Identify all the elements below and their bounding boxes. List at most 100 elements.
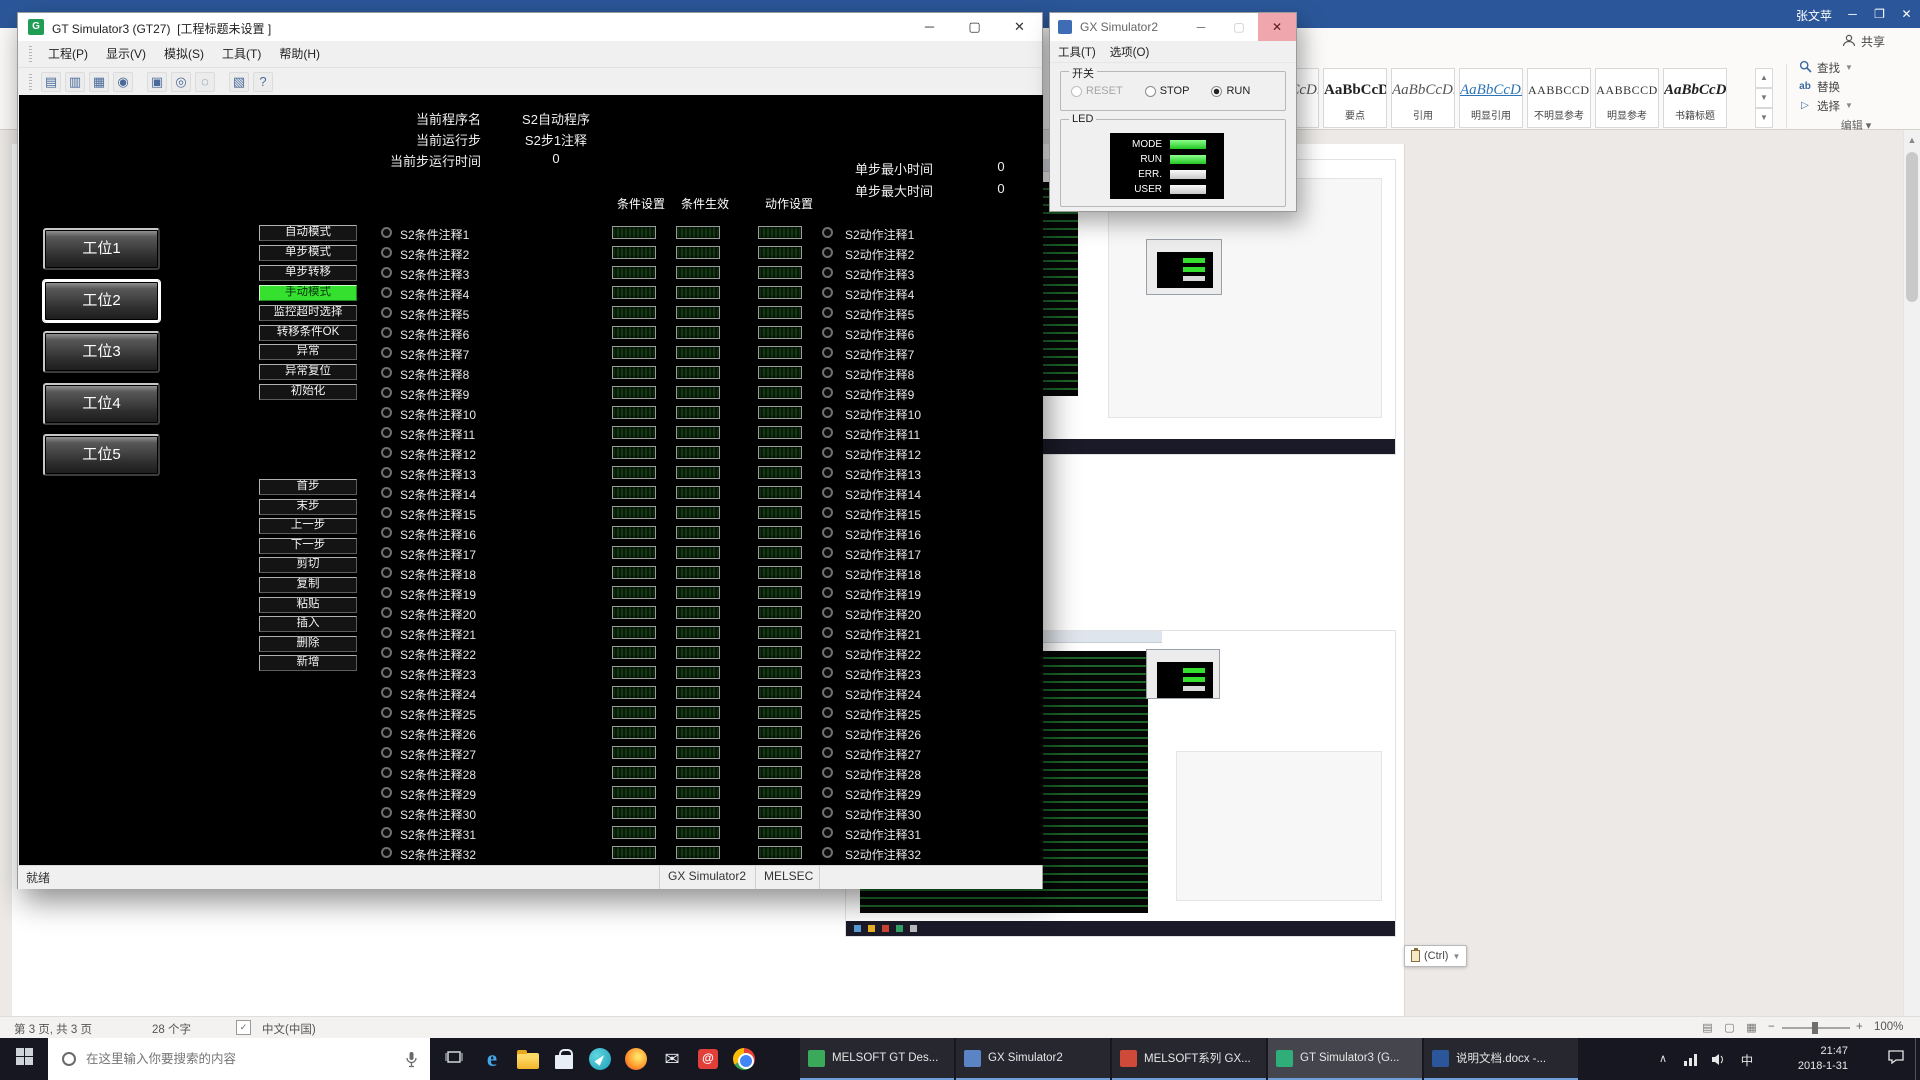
hmi-row-2: S2条件注释2S2动作注释2: [19, 245, 1043, 261]
gt-toolbar-device-monitor-icon[interactable]: ▣: [147, 72, 167, 92]
print-layout-icon[interactable]: ▢: [1722, 1021, 1737, 1036]
web-layout-icon[interactable]: ▦: [1744, 1021, 1759, 1036]
gx-switch-reset[interactable]: RESET: [1071, 85, 1123, 97]
taskbar-mail-button[interactable]: [654, 1038, 690, 1080]
gt-menu-5[interactable]: 帮助(H): [270, 41, 329, 67]
microphone-icon[interactable]: [405, 1051, 418, 1068]
screenshot-document-region: [1176, 751, 1382, 901]
taskbar-search-box[interactable]: [48, 1038, 430, 1080]
gt-maximize-button[interactable]: ▢: [952, 13, 997, 41]
action-label: S2动作注释30: [845, 806, 921, 823]
taskbar-search-input[interactable]: [86, 1052, 405, 1066]
taskbar-app-1[interactable]: MELSOFT GT Des...: [800, 1038, 954, 1080]
ime-indicator[interactable]: 中: [1734, 1038, 1760, 1080]
toolbar-grip[interactable]: [29, 74, 32, 90]
gx-menu-2[interactable]: 选项(O): [1110, 44, 1150, 60]
action-center-button[interactable]: [1880, 1038, 1912, 1080]
zoom-level[interactable]: 100%: [1874, 1021, 1903, 1033]
page-indicator[interactable]: 第 3 页, 共 3 页: [14, 1021, 92, 1037]
gt-close-button[interactable]: ✕: [997, 13, 1042, 41]
share-button[interactable]: 共享: [1842, 33, 1885, 50]
gt-toolbar-print-icon[interactable]: ▦: [89, 72, 109, 92]
chevron-down-icon: ▼: [1845, 63, 1853, 72]
gx-minimize-button[interactable]: ─: [1182, 13, 1220, 41]
gallery-down-icon[interactable]: ▼: [1755, 88, 1773, 108]
condition-set-led: [612, 526, 656, 539]
zoom-slider-thumb[interactable]: [1812, 1022, 1818, 1034]
style-书籍标题[interactable]: AaBbCcD书籍标题: [1663, 68, 1727, 128]
condition-active-led: [676, 346, 720, 359]
gt-toolbar-property-icon[interactable]: ▧: [229, 72, 249, 92]
zoom-in-button[interactable]: +: [1856, 1021, 1863, 1033]
condition-active-led: [676, 826, 720, 839]
start-button[interactable]: [0, 1038, 48, 1080]
condition-indicator: [381, 687, 392, 698]
style-引用[interactable]: AaBbCcD.引用: [1391, 68, 1455, 128]
gt-toolbar-save-icon[interactable]: ▥: [65, 72, 85, 92]
proofing-icon[interactable]: ✓: [236, 1020, 251, 1035]
action-indicator: [822, 707, 833, 718]
switch-groupbox: 开关 RESETSTOPRUN: [1060, 71, 1286, 111]
menubar-grip[interactable]: [29, 46, 32, 62]
gx-switch-stop[interactable]: STOP: [1145, 85, 1190, 97]
taskbar-netease-mail-button[interactable]: [690, 1038, 726, 1080]
taskbar-app-4[interactable]: GT Simulator3 (G...: [1268, 1038, 1422, 1080]
style-要点[interactable]: AaBbCcD要点: [1323, 68, 1387, 128]
paste-options-button[interactable]: (Ctrl) ▼: [1404, 945, 1467, 967]
volume-icon[interactable]: [1706, 1038, 1732, 1080]
condition-set-led: [612, 766, 656, 779]
select-button[interactable]: ▷ 选择 ▼: [1798, 96, 1914, 115]
word-close-button[interactable]: ✕: [1893, 0, 1920, 28]
gt-toolbar-find-icon[interactable]: ◌: [195, 72, 215, 92]
gt-menu-2[interactable]: 显示(V): [97, 41, 155, 67]
taskbar-chrome-button[interactable]: [726, 1038, 762, 1080]
taskbar-edge-button[interactable]: [474, 1038, 510, 1080]
taskbar-clock[interactable]: 21:47 2018-1-31: [1760, 1038, 1854, 1080]
gt-toolbar-help-icon[interactable]: ?: [253, 72, 273, 92]
zoom-slider[interactable]: [1782, 1027, 1850, 1029]
tray-expand-icon[interactable]: ∧: [1652, 1038, 1674, 1080]
scrollbar-thumb[interactable]: [1906, 152, 1918, 302]
taskbar-file-explorer-button[interactable]: [510, 1038, 546, 1080]
gt-toolbar-zoom-icon[interactable]: ◎: [171, 72, 191, 92]
style-明显引用[interactable]: AaBbCcD.明显引用: [1459, 68, 1523, 128]
document-scrollbar[interactable]: ▲: [1903, 130, 1920, 1016]
taskbar-firefox-button[interactable]: [618, 1038, 654, 1080]
task-view-button[interactable]: [434, 1038, 474, 1080]
show-desktop-button[interactable]: [1915, 1038, 1920, 1080]
language-indicator[interactable]: 中文(中国): [262, 1021, 316, 1037]
hmi-row-3: S2条件注释3S2动作注释3: [19, 265, 1043, 281]
read-mode-icon[interactable]: ▤: [1700, 1021, 1715, 1036]
style-不明显参考[interactable]: AABBCCD:不明显参考: [1527, 68, 1591, 128]
gt-minimize-button[interactable]: ─: [907, 13, 952, 41]
gt-menu-1[interactable]: 工程(P): [39, 41, 97, 67]
gx-menu-1[interactable]: 工具(T): [1058, 44, 1096, 60]
gx-close-button[interactable]: ✕: [1258, 13, 1296, 41]
word-restore-button[interactable]: ❐: [1866, 0, 1893, 28]
taskbar-browser-button[interactable]: [582, 1038, 618, 1080]
gx-titlebar[interactable]: GX Simulator2 ─ ▢ ✕: [1050, 13, 1296, 41]
gallery-up-icon[interactable]: ▲: [1755, 68, 1773, 88]
gt-toolbar-snapshot-icon[interactable]: ◉: [113, 72, 133, 92]
scroll-up-icon[interactable]: ▲: [1904, 132, 1920, 148]
word-user-name[interactable]: 张文苹: [1796, 7, 1832, 24]
word-minimize-button[interactable]: ─: [1839, 0, 1866, 28]
replace-button[interactable]: ab 替换: [1798, 77, 1914, 96]
taskbar-app-3[interactable]: MELSOFT系列 GX...: [1112, 1038, 1266, 1080]
word-count[interactable]: 28 个字: [152, 1021, 191, 1037]
gt-menu-3[interactable]: 模拟(S): [155, 41, 213, 67]
gt-titlebar[interactable]: G GT Simulator3 (GT27) [工程标题未设置 ] ─ ▢ ✕: [18, 13, 1042, 41]
taskbar-store-button[interactable]: [546, 1038, 582, 1080]
condition-label: S2条件注释2: [400, 246, 469, 263]
taskbar-app-5[interactable]: 说明文档.docx -...: [1424, 1038, 1578, 1080]
network-icon[interactable]: [1678, 1038, 1704, 1080]
gallery-more-icon[interactable]: ▼: [1755, 108, 1773, 128]
find-button[interactable]: 查找 ▼: [1798, 58, 1914, 77]
style-明显参考[interactable]: AABBCCD明显参考: [1595, 68, 1659, 128]
gx-switch-run[interactable]: RUN: [1211, 85, 1250, 97]
condition-label: S2条件注释1: [400, 226, 469, 243]
taskbar-app-2[interactable]: GX Simulator2: [956, 1038, 1110, 1080]
gt-menu-4[interactable]: 工具(T): [213, 41, 270, 67]
gt-toolbar-open-icon[interactable]: ▤: [41, 72, 61, 92]
zoom-out-button[interactable]: −: [1768, 1021, 1775, 1033]
